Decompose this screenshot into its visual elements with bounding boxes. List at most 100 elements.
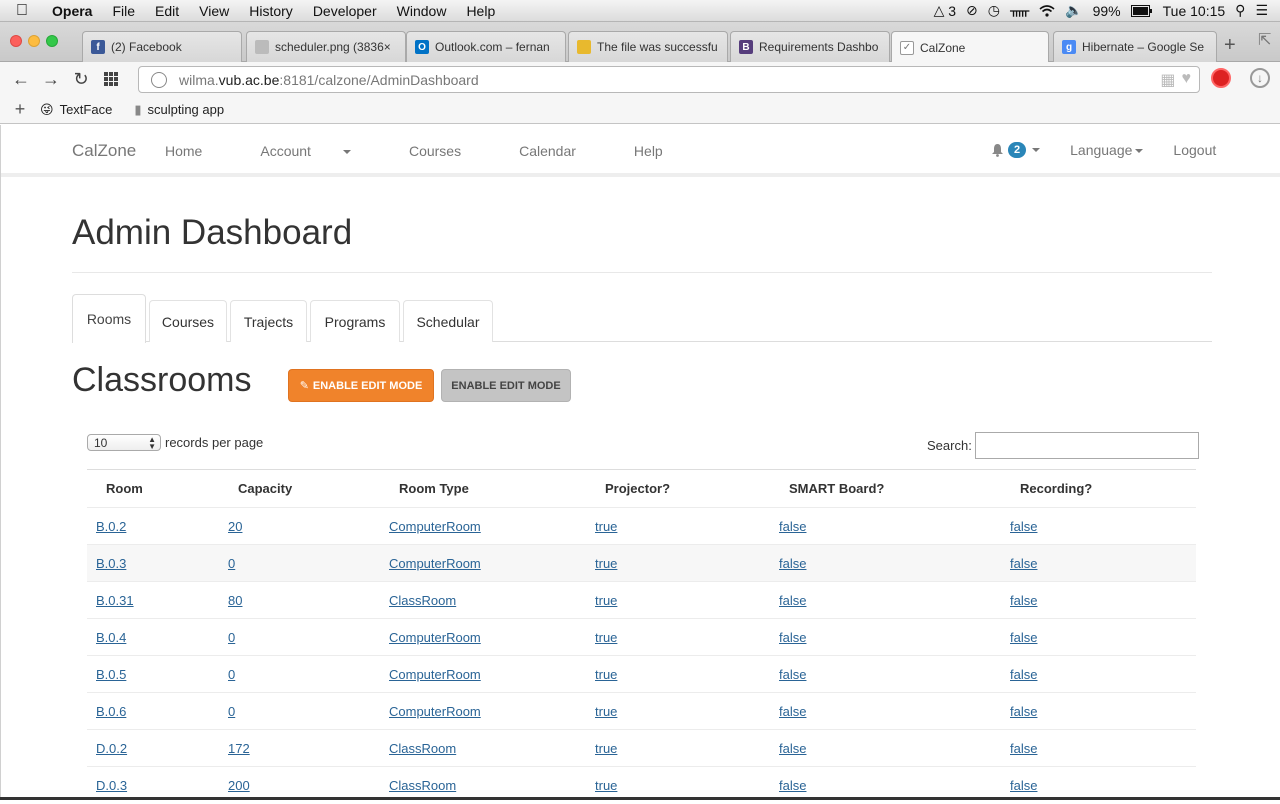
room-link[interactable]: D.0.3 <box>96 778 127 793</box>
recording-link[interactable]: false <box>1010 519 1037 534</box>
recording-link[interactable]: false <box>1010 667 1037 682</box>
site-brand[interactable]: CalZone <box>72 141 136 161</box>
capacity-link[interactable]: 0 <box>228 556 235 571</box>
time-machine-icon[interactable]: ◷ <box>988 2 1000 19</box>
back-icon[interactable]: ← <box>6 69 36 90</box>
projector-link[interactable]: true <box>595 593 617 608</box>
projector-link[interactable]: true <box>595 704 617 719</box>
reload-icon[interactable]: ↻ <box>66 69 96 90</box>
search-input[interactable] <box>974 432 1199 459</box>
notifications-dropdown[interactable]: 2 <box>991 142 1041 158</box>
browser-tab[interactable]: O Outlook.com – fernan <box>406 31 566 62</box>
battery-icon[interactable] <box>1130 4 1153 17</box>
projector-link[interactable]: true <box>595 556 617 571</box>
spotlight-search-icon[interactable]: ⚲ <box>1235 2 1245 19</box>
projector-link[interactable]: true <box>595 519 617 534</box>
room-link[interactable]: B.0.31 <box>96 593 134 608</box>
room-link[interactable]: B.0.2 <box>96 519 126 534</box>
recording-link[interactable]: false <box>1010 704 1037 719</box>
room-type-link[interactable]: ComputerRoom <box>389 556 481 571</box>
volume-icon[interactable]: 🔈 <box>1065 2 1082 19</box>
minimize-window-button[interactable] <box>28 35 40 47</box>
room-link[interactable]: D.0.2 <box>96 741 127 756</box>
bookmark-heart-icon[interactable]: ♥ <box>1182 70 1192 90</box>
records-per-page-select[interactable]: 10 ▲ ▼ <box>87 434 161 451</box>
menu-help[interactable]: Help <box>456 3 505 19</box>
bluetooth-icon[interactable]: ᚅ <box>1010 2 1029 19</box>
smart-board-link[interactable]: false <box>779 593 806 608</box>
capacity-link[interactable]: 80 <box>228 593 242 608</box>
room-type-link[interactable]: ComputerRoom <box>389 667 481 682</box>
column-header-room[interactable]: Room <box>87 470 219 508</box>
close-window-button[interactable] <box>10 35 22 47</box>
notification-center-icon[interactable]: ☰ <box>1255 2 1268 19</box>
clock[interactable]: Tue 10:15 <box>1163 3 1226 19</box>
enable-edit-mode-button[interactable]: ✎ ENABLE EDIT MODE <box>288 369 434 402</box>
room-type-link[interactable]: ComputerRoom <box>389 519 481 534</box>
recording-link[interactable]: false <box>1010 556 1037 571</box>
smart-board-link[interactable]: false <box>779 741 806 756</box>
menu-developer[interactable]: Developer <box>303 3 387 19</box>
adobe-status-icon[interactable]: △ 3 <box>934 2 956 19</box>
recording-link[interactable]: false <box>1010 778 1037 793</box>
browser-tab[interactable]: scheduler.png (3836× <box>246 31 406 62</box>
room-link[interactable]: B.0.5 <box>96 667 126 682</box>
wifi-icon[interactable] <box>1039 4 1055 17</box>
smart-board-link[interactable]: false <box>779 667 806 682</box>
room-type-link[interactable]: ClassRoom <box>389 778 456 793</box>
room-type-link[interactable]: ClassRoom <box>389 593 456 608</box>
nav-home[interactable]: Home <box>165 143 231 159</box>
capacity-link[interactable]: 0 <box>228 704 235 719</box>
room-type-link[interactable]: ComputerRoom <box>389 704 481 719</box>
speed-dial-icon[interactable] <box>96 72 126 86</box>
site-info-icon[interactable] <box>151 71 167 88</box>
tab-trajects[interactable]: Trajects <box>230 300 307 342</box>
download-icon[interactable]: ↓ <box>1250 68 1270 88</box>
menu-file[interactable]: File <box>102 3 145 19</box>
column-header-recording[interactable]: Recording? <box>1001 470 1196 508</box>
nav-courses[interactable]: Courses <box>409 143 490 159</box>
smart-board-link[interactable]: false <box>779 556 806 571</box>
column-header-smart-board[interactable]: SMART Board? <box>770 470 1001 508</box>
room-link[interactable]: B.0.4 <box>96 630 126 645</box>
new-tab-button[interactable]: + <box>1224 34 1236 57</box>
enable-edit-mode-secondary-button[interactable]: ENABLE EDIT MODE <box>441 369 571 402</box>
capacity-link[interactable]: 172 <box>228 741 250 756</box>
tab-menu-icon[interactable]: ⇱ <box>1258 30 1271 50</box>
recording-link[interactable]: false <box>1010 630 1037 645</box>
projector-link[interactable]: true <box>595 778 617 793</box>
forward-icon[interactable]: → <box>36 69 66 90</box>
do-not-disturb-icon[interactable]: ⊘ <box>966 2 978 19</box>
tab-schedular[interactable]: Schedular <box>403 300 493 342</box>
capacity-link[interactable]: 0 <box>228 667 235 682</box>
apple-menu-icon[interactable]:  <box>0 2 44 20</box>
logout-link[interactable]: Logout <box>1173 142 1216 158</box>
room-link[interactable]: B.0.6 <box>96 704 126 719</box>
menu-view[interactable]: View <box>189 3 239 19</box>
capacity-link[interactable]: 200 <box>228 778 250 793</box>
nav-calendar[interactable]: Calendar <box>519 143 605 159</box>
room-type-link[interactable]: ComputerRoom <box>389 630 481 645</box>
column-header-capacity[interactable]: Capacity <box>219 470 380 508</box>
menu-app-name[interactable]: Opera <box>44 3 102 19</box>
recording-link[interactable]: false <box>1010 741 1037 756</box>
capacity-link[interactable]: 20 <box>228 519 242 534</box>
capacity-link[interactable]: 0 <box>228 630 235 645</box>
projector-link[interactable]: true <box>595 630 617 645</box>
smart-board-link[interactable]: false <box>779 778 806 793</box>
bookmark-item[interactable]: ▮ sculpting app <box>134 102 224 118</box>
browser-tab[interactable]: B Requirements Dashbo <box>730 31 890 62</box>
tab-programs[interactable]: Programs <box>310 300 400 342</box>
add-bookmark-icon[interactable]: + <box>0 99 40 120</box>
nav-account[interactable]: Account <box>260 143 380 159</box>
smart-board-link[interactable]: false <box>779 519 806 534</box>
smart-board-link[interactable]: false <box>779 630 806 645</box>
nav-help[interactable]: Help <box>634 143 692 159</box>
browser-tab[interactable]: The file was successfu <box>568 31 728 62</box>
column-header-projector[interactable]: Projector? <box>586 470 770 508</box>
zoom-window-button[interactable] <box>46 35 58 47</box>
room-link[interactable]: B.0.3 <box>96 556 126 571</box>
tab-courses[interactable]: Courses <box>149 300 227 342</box>
adblock-icon[interactable] <box>1211 68 1231 88</box>
browser-tab-active[interactable]: ✓ CalZone <box>891 31 1049 63</box>
